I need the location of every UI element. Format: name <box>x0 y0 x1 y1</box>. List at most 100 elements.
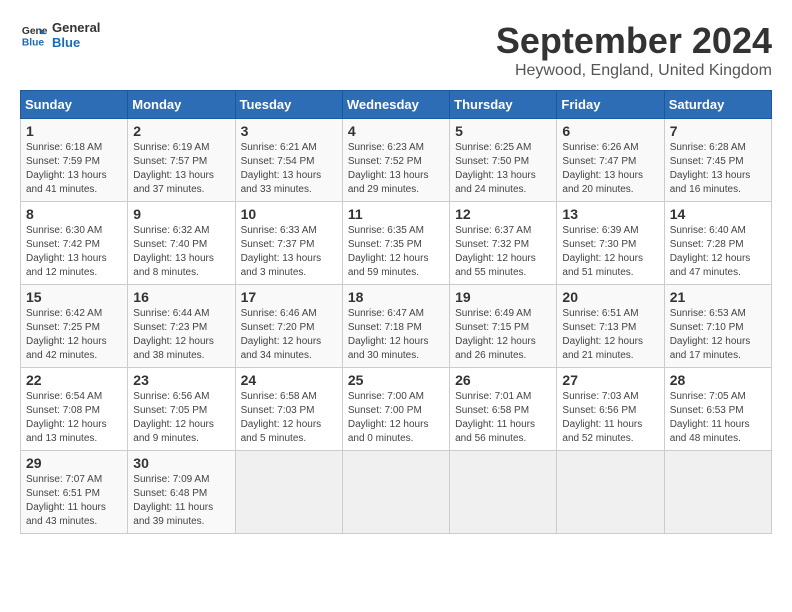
day-info: Sunrise: 7:01 AM Sunset: 6:58 PM Dayligh… <box>455 390 551 446</box>
calendar-cell: 3Sunrise: 6:21 AM Sunset: 7:54 PM Daylig… <box>235 119 342 202</box>
calendar-cell: 1 Sunrise: 6:18 AM Sunset: 7:59 PM Daylig… <box>21 119 128 202</box>
day-number: 19 <box>455 289 551 305</box>
day-number: 6 <box>562 123 658 139</box>
day-number: 23 <box>133 372 229 388</box>
logo-text-general: General <box>52 20 100 35</box>
day-info: Sunrise: 6:35 AM Sunset: 7:35 PM Dayligh… <box>348 224 444 280</box>
day-info: Sunrise: 7:09 AM Sunset: 6:48 PM Dayligh… <box>133 473 229 529</box>
day-info: Sunrise: 6:37 AM Sunset: 7:32 PM Dayligh… <box>455 224 551 280</box>
header-day-thursday: Thursday <box>450 91 557 119</box>
day-number: 1 <box>26 123 122 139</box>
calendar-cell: 28 Sunrise: 7:05 AM Sunset: 6:53 PM Dayli… <box>664 368 771 451</box>
day-info: Sunrise: 7:07 AM Sunset: 6:51 PM Dayligh… <box>26 473 122 529</box>
calendar-cell: 18 Sunrise: 6:47 AM Sunset: 7:18 PM Dayli… <box>342 285 449 368</box>
calendar-cell: 20 Sunrise: 6:51 AM Sunset: 7:13 PM Dayli… <box>557 285 664 368</box>
header-day-saturday: Saturday <box>664 91 771 119</box>
day-info: Sunrise: 6:56 AM Sunset: 7:05 PM Dayligh… <box>133 390 229 446</box>
calendar-table: SundayMondayTuesdayWednesdayThursdayFrid… <box>20 90 772 534</box>
day-info: Sunrise: 6:39 AM Sunset: 7:30 PM Dayligh… <box>562 224 658 280</box>
calendar-cell: 30 Sunrise: 7:09 AM Sunset: 6:48 PM Dayli… <box>128 451 235 534</box>
day-number: 30 <box>133 455 229 471</box>
day-info: Sunrise: 6:44 AM Sunset: 7:23 PM Dayligh… <box>133 307 229 363</box>
calendar-week-4: 22 Sunrise: 6:54 AM Sunset: 7:08 PM Dayli… <box>21 368 772 451</box>
day-number: 18 <box>348 289 444 305</box>
header-row: SundayMondayTuesdayWednesdayThursdayFrid… <box>21 91 772 119</box>
calendar-cell: 8Sunrise: 6:30 AM Sunset: 7:42 PM Daylig… <box>21 202 128 285</box>
calendar-cell: 15Sunrise: 6:42 AM Sunset: 7:25 PM Dayli… <box>21 285 128 368</box>
day-info: Sunrise: 6:40 AM Sunset: 7:28 PM Dayligh… <box>670 224 766 280</box>
calendar-cell: 2Sunrise: 6:19 AM Sunset: 7:57 PM Daylig… <box>128 119 235 202</box>
day-number: 7 <box>670 123 766 139</box>
calendar-cell: 25 Sunrise: 7:00 AM Sunset: 7:00 PM Dayli… <box>342 368 449 451</box>
day-number: 14 <box>670 206 766 222</box>
header: General Blue General Blue September 2024… <box>20 20 772 80</box>
day-info: Sunrise: 7:03 AM Sunset: 6:56 PM Dayligh… <box>562 390 658 446</box>
calendar-cell: 14 Sunrise: 6:40 AM Sunset: 7:28 PM Dayli… <box>664 202 771 285</box>
day-info: Sunrise: 6:23 AM Sunset: 7:52 PM Dayligh… <box>348 141 444 197</box>
calendar-cell: 10 Sunrise: 6:33 AM Sunset: 7:37 PM Dayli… <box>235 202 342 285</box>
day-number: 12 <box>455 206 551 222</box>
day-number: 25 <box>348 372 444 388</box>
day-info: Sunrise: 6:54 AM Sunset: 7:08 PM Dayligh… <box>26 390 122 446</box>
day-number: 22 <box>26 372 122 388</box>
day-number: 15 <box>26 289 122 305</box>
day-number: 17 <box>241 289 337 305</box>
day-number: 21 <box>670 289 766 305</box>
day-number: 24 <box>241 372 337 388</box>
day-number: 10 <box>241 206 337 222</box>
day-info: Sunrise: 6:26 AM Sunset: 7:47 PM Dayligh… <box>562 141 658 197</box>
calendar-cell: 23 Sunrise: 6:56 AM Sunset: 7:05 PM Dayli… <box>128 368 235 451</box>
calendar-title: September 2024 <box>496 20 772 62</box>
day-number: 26 <box>455 372 551 388</box>
day-number: 20 <box>562 289 658 305</box>
day-info: Sunrise: 6:46 AM Sunset: 7:20 PM Dayligh… <box>241 307 337 363</box>
calendar-cell: 6 Sunrise: 6:26 AM Sunset: 7:47 PM Daylig… <box>557 119 664 202</box>
header-day-monday: Monday <box>128 91 235 119</box>
header-day-sunday: Sunday <box>21 91 128 119</box>
day-number: 27 <box>562 372 658 388</box>
calendar-cell: 7 Sunrise: 6:28 AM Sunset: 7:45 PM Daylig… <box>664 119 771 202</box>
calendar-cell: 22 Sunrise: 6:54 AM Sunset: 7:08 PM Dayli… <box>21 368 128 451</box>
calendar-cell: 4 Sunrise: 6:23 AM Sunset: 7:52 PM Daylig… <box>342 119 449 202</box>
day-number: 28 <box>670 372 766 388</box>
day-info: Sunrise: 6:25 AM Sunset: 7:50 PM Dayligh… <box>455 141 551 197</box>
day-number: 4 <box>348 123 444 139</box>
day-info: Sunrise: 6:33 AM Sunset: 7:37 PM Dayligh… <box>241 224 337 280</box>
day-number: 2 <box>133 123 229 139</box>
day-number: 29 <box>26 455 122 471</box>
logo: General Blue General Blue <box>20 20 100 50</box>
calendar-cell <box>557 451 664 534</box>
day-info: Sunrise: 6:18 AM Sunset: 7:59 PM Dayligh… <box>26 141 122 197</box>
day-number: 16 <box>133 289 229 305</box>
day-info: Sunrise: 6:30 AM Sunset: 7:42 PM Dayligh… <box>26 224 122 280</box>
header-day-friday: Friday <box>557 91 664 119</box>
day-info: Sunrise: 6:51 AM Sunset: 7:13 PM Dayligh… <box>562 307 658 363</box>
header-day-tuesday: Tuesday <box>235 91 342 119</box>
calendar-cell <box>342 451 449 534</box>
calendar-cell: 21Sunrise: 6:53 AM Sunset: 7:10 PM Dayli… <box>664 285 771 368</box>
calendar-cell <box>450 451 557 534</box>
header-day-wednesday: Wednesday <box>342 91 449 119</box>
calendar-cell: 13Sunrise: 6:39 AM Sunset: 7:30 PM Dayli… <box>557 202 664 285</box>
calendar-cell: 17 Sunrise: 6:46 AM Sunset: 7:20 PM Dayli… <box>235 285 342 368</box>
calendar-subtitle: Heywood, England, United Kingdom <box>496 62 772 80</box>
svg-text:Blue: Blue <box>22 37 45 48</box>
calendar-cell: 9Sunrise: 6:32 AM Sunset: 7:40 PM Daylig… <box>128 202 235 285</box>
calendar-week-1: 1 Sunrise: 6:18 AM Sunset: 7:59 PM Daylig… <box>21 119 772 202</box>
day-info: Sunrise: 6:21 AM Sunset: 7:54 PM Dayligh… <box>241 141 337 197</box>
day-info: Sunrise: 7:05 AM Sunset: 6:53 PM Dayligh… <box>670 390 766 446</box>
day-info: Sunrise: 7:00 AM Sunset: 7:00 PM Dayligh… <box>348 390 444 446</box>
logo-icon: General Blue <box>20 21 48 49</box>
calendar-cell: 26 Sunrise: 7:01 AM Sunset: 6:58 PM Dayli… <box>450 368 557 451</box>
day-info: Sunrise: 6:28 AM Sunset: 7:45 PM Dayligh… <box>670 141 766 197</box>
day-info: Sunrise: 6:47 AM Sunset: 7:18 PM Dayligh… <box>348 307 444 363</box>
calendar-week-5: 29 Sunrise: 7:07 AM Sunset: 6:51 PM Dayli… <box>21 451 772 534</box>
day-number: 5 <box>455 123 551 139</box>
calendar-cell: 12 Sunrise: 6:37 AM Sunset: 7:32 PM Dayli… <box>450 202 557 285</box>
calendar-cell: 5 Sunrise: 6:25 AM Sunset: 7:50 PM Daylig… <box>450 119 557 202</box>
title-area: September 2024 Heywood, England, United … <box>496 20 772 80</box>
calendar-week-2: 8Sunrise: 6:30 AM Sunset: 7:42 PM Daylig… <box>21 202 772 285</box>
calendar-cell: 19Sunrise: 6:49 AM Sunset: 7:15 PM Dayli… <box>450 285 557 368</box>
calendar-cell: 24Sunrise: 6:58 AM Sunset: 7:03 PM Dayli… <box>235 368 342 451</box>
day-number: 11 <box>348 206 444 222</box>
